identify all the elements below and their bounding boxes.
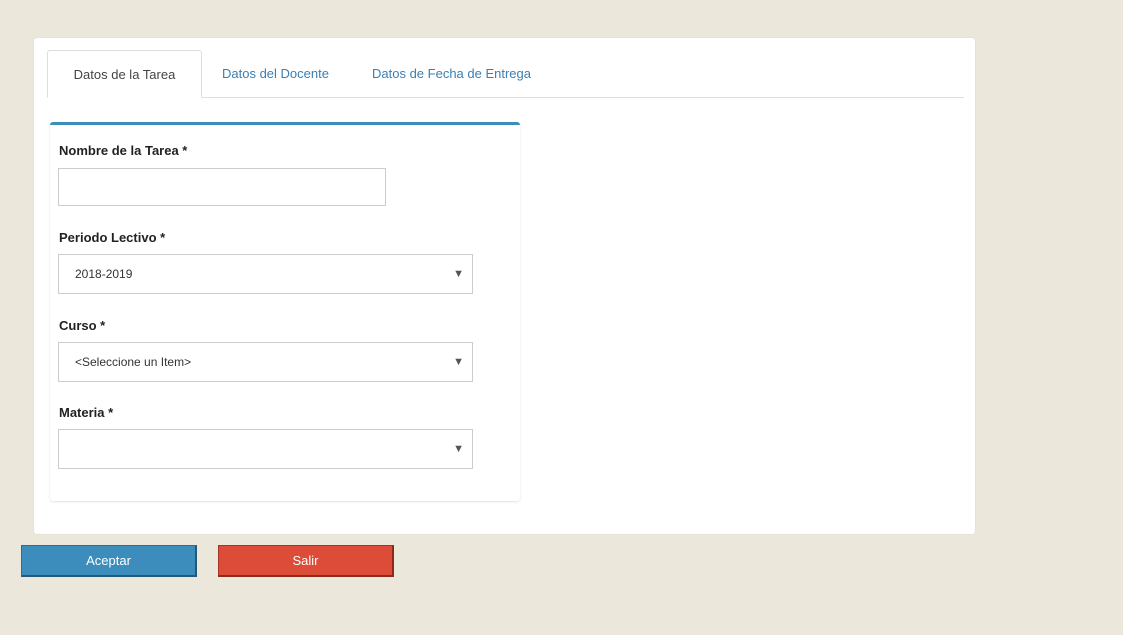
form-card: Datos de la Tarea Datos del Docente Dato… bbox=[34, 38, 975, 534]
period-label: Periodo Lectivo * bbox=[59, 230, 166, 245]
task-name-input[interactable] bbox=[58, 168, 386, 206]
chevron-down-icon: ▼ bbox=[453, 356, 464, 368]
course-label: Curso * bbox=[59, 318, 106, 333]
task-name-label: Nombre de la Tarea * bbox=[59, 143, 188, 158]
subject-select[interactable]: ▼ bbox=[58, 429, 473, 469]
course-select-value: <Seleccione un Item> bbox=[75, 355, 192, 369]
tab-datos-fecha-entrega[interactable]: Datos de Fecha de Entrega bbox=[372, 50, 531, 97]
chevron-down-icon: ▼ bbox=[453, 443, 464, 455]
period-select-value: 2018-2019 bbox=[75, 267, 133, 281]
tab-datos-tarea[interactable]: Datos de la Tarea bbox=[47, 50, 202, 98]
tab-datos-docente[interactable]: Datos del Docente bbox=[222, 50, 329, 97]
chevron-down-icon: ▼ bbox=[453, 268, 464, 280]
period-select[interactable]: 2018-2019 ▼ bbox=[58, 254, 473, 294]
course-select[interactable]: <Seleccione un Item> ▼ bbox=[58, 342, 473, 382]
exit-button[interactable]: Salir bbox=[218, 545, 394, 577]
accept-button[interactable]: Aceptar bbox=[21, 545, 197, 577]
task-data-panel: Nombre de la Tarea * Periodo Lectivo * 2… bbox=[50, 122, 520, 501]
subject-label: Materia * bbox=[59, 405, 114, 420]
tab-bar: Datos de la Tarea Datos del Docente Dato… bbox=[47, 50, 964, 98]
